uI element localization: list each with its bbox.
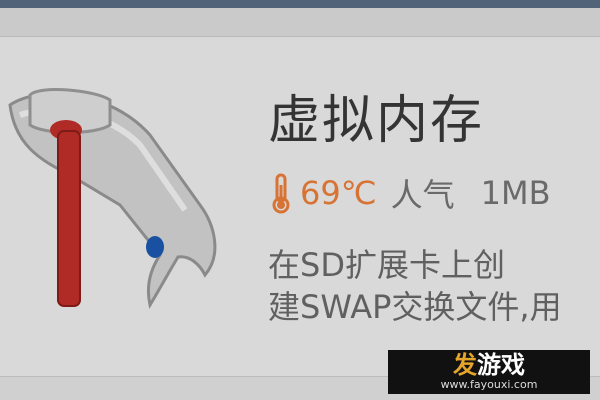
thermometer-icon [272,173,290,214]
watermark-url: www.fayouxi.com [440,378,538,391]
popularity-label: 人气 [390,176,455,214]
top-status-strip [0,0,600,8]
wrench-and-hammer-icon [8,88,217,309]
app-title: 虚拟内存 [268,91,485,151]
watermark-brand-rest: 游戏 [477,351,525,379]
description-line: 在SD扩展卡上创 [268,246,505,284]
watermark-logo: 发游戏 www.fayouxi.com [388,350,590,394]
meta-row: 69℃ 人气 1MB [266,170,551,216]
app-description: 在SD扩展卡上创 建SWAP交换文件,用 [268,244,600,328]
header-bar [0,8,600,37]
watermark-brand-accent: 发 [453,351,477,379]
temperature-value: 69℃ [300,174,377,212]
description-line: 建SWAP交换文件,用 [268,288,562,326]
app-size: 1MB [480,174,551,212]
